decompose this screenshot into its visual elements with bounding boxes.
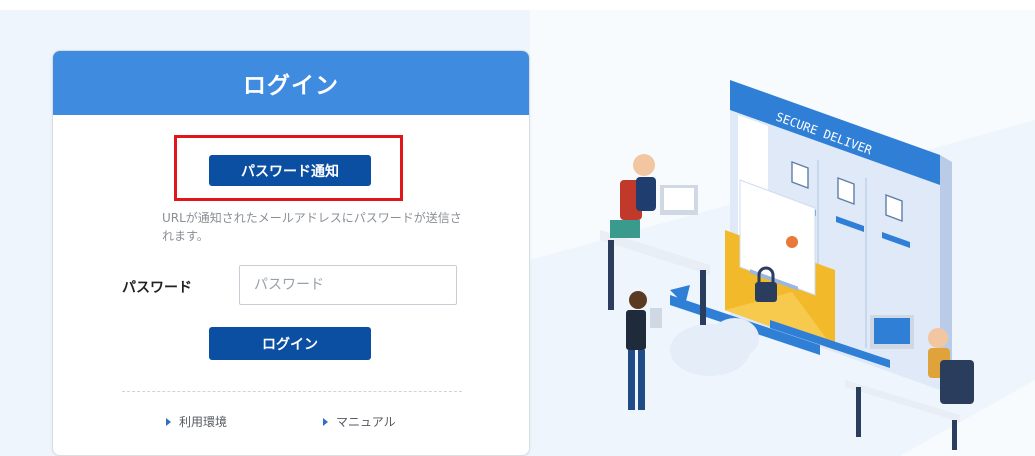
notify-hint-text: URLが通知されたメールアドレスにパスワードが送信されます。 — [162, 211, 462, 243]
environment-link[interactable]: 利用環境 — [166, 413, 227, 430]
person-with-tablet — [626, 291, 662, 410]
login-header: ログイン — [53, 51, 529, 115]
secure-deliver-illustration: SECURE DELIVER — [600, 80, 974, 450]
manual-link[interactable]: マニュアル — [323, 413, 396, 430]
password-input[interactable] — [239, 265, 457, 305]
login-button[interactable]: ログイン — [209, 327, 371, 360]
caret-right-icon — [166, 417, 171, 426]
login-card: ログイン パスワード通知 URLが通知されたメールアドレスにパスワードが送信され… — [52, 50, 530, 456]
login-title: ログイン — [243, 73, 339, 99]
divider — [122, 391, 462, 392]
password-notify-button[interactable]: パスワード通知 — [209, 155, 371, 186]
login-page: ログイン パスワード通知 URLが通知されたメールアドレスにパスワードが送信され… — [0, 0, 1035, 456]
cloud-icon — [670, 318, 759, 376]
person-at-desk-left — [600, 154, 710, 325]
caret-right-icon — [323, 417, 328, 426]
manual-link-label: マニュアル — [336, 415, 396, 429]
password-label: パスワード — [122, 280, 192, 296]
environment-link-label: 利用環境 — [179, 415, 228, 429]
